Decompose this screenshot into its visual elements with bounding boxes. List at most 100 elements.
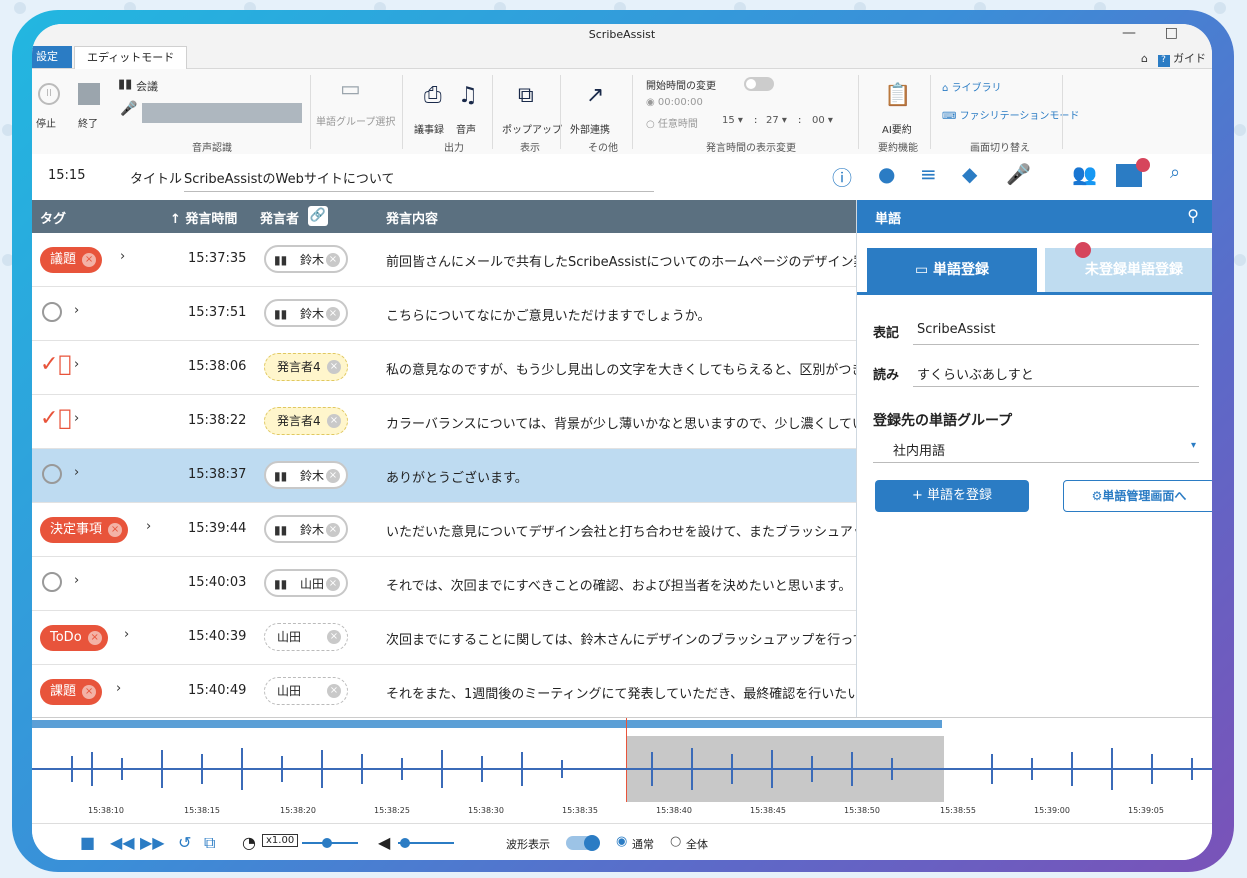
table-row[interactable]: ToDo × › 15:40:39 山田 × 次回までにすることに関しては、鈴木さん…: [32, 611, 856, 665]
speaker-chip[interactable]: ▮▮ 鈴木 ×: [264, 299, 348, 327]
tag-pill[interactable]: 課題 ×: [40, 679, 103, 705]
remove-speaker-icon[interactable]: ×: [327, 684, 341, 698]
remove-speaker-icon[interactable]: ×: [326, 577, 340, 591]
time-second-field[interactable]: 00 ▾: [812, 115, 833, 126]
chevron-right-icon[interactable]: ›: [124, 627, 129, 642]
remove-speaker-icon[interactable]: ×: [327, 360, 341, 374]
fast-forward-icon[interactable]: ▶▶: [140, 833, 165, 852]
table-row[interactable]: ✓⃝ › 15:38:22 発言者4 × カラーバランスについては、背景が少し薄い…: [32, 395, 856, 449]
table-row[interactable]: 課題 × › 15:40:49 山田 × それをまた、1週間後のミーティングにて発表…: [32, 665, 856, 719]
notation-input[interactable]: ScribeAssist: [917, 322, 996, 337]
tag-pill[interactable]: 決定事項 ×: [40, 517, 129, 543]
row-content[interactable]: それでは、次回までにすべきことの確認、および担当者を決めたいと思います。: [386, 575, 856, 594]
copy-icon[interactable]: ⧉: [204, 833, 215, 853]
chevron-right-icon[interactable]: ›: [74, 573, 79, 588]
group-select[interactable]: 社内用語: [893, 440, 945, 459]
row-content[interactable]: こちらについてなにかご意見いただけますでしょうか。: [386, 305, 856, 324]
chevron-right-icon[interactable]: ›: [74, 411, 79, 426]
row-content[interactable]: ありがとうございます。: [386, 467, 856, 486]
chevron-right-icon[interactable]: ›: [146, 519, 151, 534]
chevron-right-icon[interactable]: ›: [116, 681, 121, 696]
remove-tag-icon[interactable]: ×: [82, 685, 97, 699]
check-circle-icon[interactable]: ✓⃝: [40, 353, 72, 377]
col-time[interactable]: ↑ 発言時間: [170, 208, 237, 227]
remove-speaker-icon[interactable]: ×: [326, 253, 340, 267]
any-time-radio[interactable]: ○ 任意時間: [646, 115, 698, 130]
check-circle-icon[interactable]: ✓⃝: [40, 407, 72, 431]
link-icon[interactable]: 🔗: [308, 206, 328, 226]
tag-pill[interactable]: 議題 ×: [40, 247, 103, 273]
remove-speaker-icon[interactable]: ×: [326, 469, 340, 483]
time-hour-field[interactable]: 15 ▾: [722, 115, 743, 126]
tab-settings[interactable]: 設定: [32, 46, 72, 68]
chevron-down-icon[interactable]: ▾: [1191, 440, 1196, 451]
external-button[interactable]: 外部連携: [570, 121, 610, 136]
remove-speaker-icon[interactable]: ×: [326, 523, 340, 537]
facilitation-button[interactable]: ⌨ ファシリテーションモード: [942, 107, 1079, 122]
table-row[interactable]: 決定事項 × › 15:39:44 ▮▮ 鈴木 × いただいた意見についてデザイン会社…: [32, 503, 856, 557]
info-icon[interactable]: ⓘ: [832, 162, 852, 191]
list-edit-icon[interactable]: ≡: [920, 162, 937, 186]
chevron-right-icon[interactable]: ›: [74, 465, 79, 480]
person-icon[interactable]: ●: [878, 162, 895, 186]
all-radio[interactable]: 全体: [686, 836, 708, 852]
speaker-chip[interactable]: 発言者4 ×: [264, 407, 348, 435]
speed-value[interactable]: x1.00: [262, 834, 299, 847]
tag-pill[interactable]: ToDo ×: [40, 625, 108, 651]
row-content[interactable]: 次回までにすることに関しては、鈴木さんにデザインのブラッシュアップを行っていただ: [386, 629, 856, 648]
col-content[interactable]: 発言内容: [386, 208, 438, 227]
empty-tag-circle[interactable]: [42, 572, 62, 592]
ai-summary-button[interactable]: AI要約: [882, 121, 912, 136]
volume-slider[interactable]: [398, 838, 454, 848]
speaker-chip[interactable]: 山田 ×: [264, 623, 348, 651]
empty-tag-circle[interactable]: [42, 302, 62, 322]
remove-tag-icon[interactable]: ×: [108, 523, 123, 537]
remove-tag-icon[interactable]: ×: [87, 631, 102, 645]
speaker-chip[interactable]: ▮▮ 鈴木 ×: [264, 245, 348, 273]
waveform-toggle[interactable]: [566, 835, 600, 851]
stop-icon[interactable]: ■: [80, 833, 95, 852]
remove-speaker-icon[interactable]: ×: [327, 414, 341, 428]
popup-icon[interactable]: ⧉: [518, 83, 534, 108]
external-link-icon[interactable]: ↗: [586, 83, 604, 108]
tag-icon[interactable]: ◆: [962, 162, 977, 186]
chevron-right-icon[interactable]: ›: [74, 357, 79, 372]
popup-button[interactable]: ポップアップ: [502, 121, 562, 136]
empty-tag-circle[interactable]: [42, 464, 62, 484]
search-table-icon[interactable]: ⌕: [1170, 162, 1180, 183]
remove-speaker-icon[interactable]: ×: [326, 307, 340, 321]
chevron-right-icon[interactable]: ›: [120, 249, 125, 264]
speed-slider[interactable]: [302, 838, 358, 848]
stop-square-icon[interactable]: [78, 83, 100, 105]
clipboard-icon[interactable]: 📋: [884, 83, 911, 108]
waveform-area[interactable]: 15:38:10 15:38:15 15:38:20 15:38:25 15:3…: [32, 717, 1212, 824]
row-content[interactable]: 前回皆さんにメールで共有したScribeAssistについてのホームページのデザ…: [386, 251, 856, 270]
word-group-select[interactable]: 単語グループ選択: [316, 113, 395, 128]
row-content[interactable]: カラーバランスについては、背景が少し薄いかなと思いますので、少し濃くしていただ: [386, 413, 856, 432]
register-word-button[interactable]: + 単語を登録: [875, 480, 1029, 512]
title-input[interactable]: ScribeAssistのWebサイトについて: [184, 168, 654, 192]
mic-plus-icon[interactable]: 🎤: [1006, 162, 1031, 186]
all-radio-icon[interactable]: ○: [670, 834, 681, 849]
guide-link[interactable]: ガイド: [1173, 52, 1206, 65]
speaker-chip[interactable]: 山田 ×: [264, 677, 348, 705]
table-row-selected[interactable]: › 15:38:37 ▮▮ 鈴木 × ありがとうございます。: [32, 449, 856, 503]
table-row[interactable]: 議題 × › 15:37:35 ▮▮ 鈴木 × 前回皆さんにメールで共有したScrib…: [32, 233, 856, 287]
row-content[interactable]: 私の意見なのですが、もう少し見出しの文字を大きくしてもらえると、区別がつきや: [386, 359, 856, 378]
normal-radio[interactable]: 通常: [632, 836, 654, 852]
tab-edit-mode[interactable]: エディットモード: [74, 46, 188, 69]
speaker-chip[interactable]: ▮▮ 鈴木 ×: [264, 461, 348, 489]
normal-radio-icon[interactable]: ◉: [616, 834, 627, 849]
speaker-chip[interactable]: ▮▮ 山田 ×: [264, 569, 348, 597]
minimize-button[interactable]: —: [1122, 25, 1136, 41]
speaker-chip[interactable]: 発言者4 ×: [264, 353, 348, 381]
audio-file-icon[interactable]: ♫: [458, 83, 478, 108]
home-icon[interactable]: ⌂: [1141, 52, 1148, 65]
time-minute-field[interactable]: 27 ▾: [766, 115, 787, 126]
volume-icon[interactable]: ◀: [378, 833, 390, 852]
start-time-toggle[interactable]: [744, 77, 774, 91]
maximize-button[interactable]: □: [1165, 25, 1178, 41]
minutes-button[interactable]: 議事録: [414, 121, 444, 136]
unpin-icon[interactable]: ⚲: [1187, 206, 1199, 225]
chat-group-icon[interactable]: ▭: [340, 77, 361, 102]
